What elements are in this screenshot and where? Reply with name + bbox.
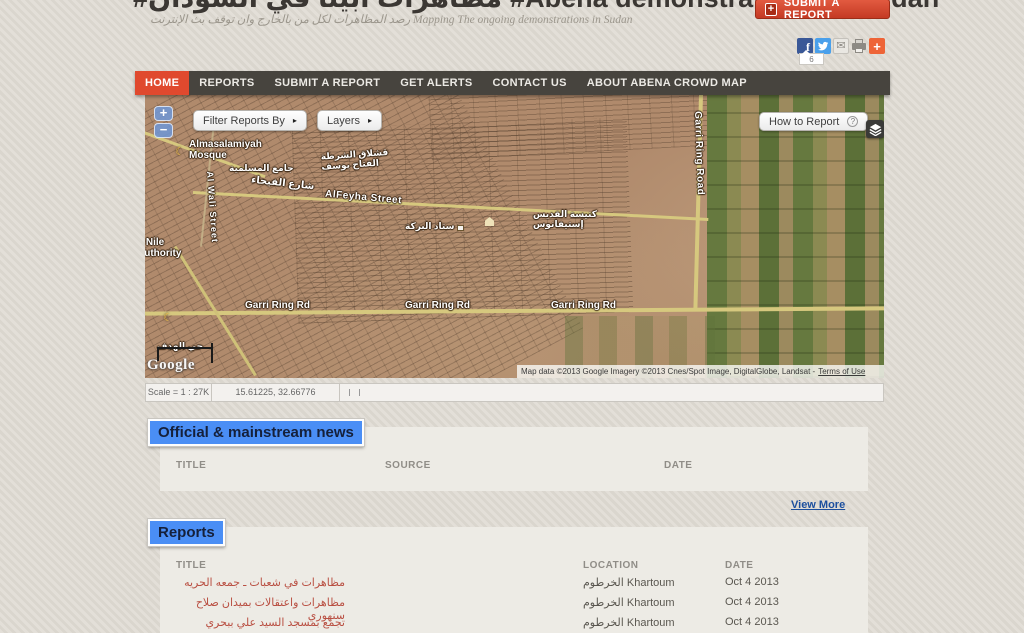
- timeline-tick: [349, 389, 350, 396]
- map-label-garri-ring-rd-2: Garri Ring Rd: [405, 300, 470, 311]
- reports-column-location: LOCATION: [583, 560, 638, 571]
- how-to-report-button[interactable]: How to Report ?: [759, 112, 868, 131]
- map-label-church-arabic: كنيسة القديس إستيفانوس: [533, 209, 607, 229]
- mosque-crescent-icon: ☾: [163, 311, 173, 324]
- report-row: مظاهرات واعتقالات بميدان صلاح سنهوري الخ…: [160, 596, 868, 614]
- report-title-link[interactable]: مظاهرات في شعبات ـ جمعه الحريه: [165, 576, 345, 589]
- google-logo: Google: [147, 357, 195, 374]
- report-location: الخرطوم Khartoum: [583, 596, 675, 609]
- filter-reports-label: Filter Reports By: [203, 115, 285, 127]
- map-label-mosque-arabic: جامع المسلمية: [229, 163, 294, 174]
- nav-item-reports[interactable]: REPORTS: [189, 71, 264, 95]
- timeline-tick: [359, 389, 360, 396]
- report-date: Oct 4 2013: [725, 576, 779, 588]
- zoom-out-button[interactable]: −: [154, 123, 173, 138]
- site-subtitle: رصد المظاهرات لكل من بالخارج وان توقف بث…: [150, 12, 633, 26]
- nav-item-get-alerts[interactable]: GET ALERTS: [390, 71, 482, 95]
- news-column-date: DATE: [664, 460, 692, 471]
- report-row: تجمع بمسجد السيد علي ببحري الخرطوم Khart…: [160, 616, 868, 633]
- map-urban-grid-top: [429, 95, 712, 160]
- submit-report-label: SUBMIT A REPORT: [784, 0, 880, 21]
- scale-readout: Scale = 1 : 27K: [146, 384, 212, 401]
- nav-item-about[interactable]: ABOUT ABENA CROWD MAP: [577, 71, 757, 95]
- map-layers-toggle[interactable]: [866, 120, 884, 138]
- main-nav: HOME REPORTS SUBMIT A REPORT GET ALERTS …: [135, 71, 890, 95]
- nav-item-home[interactable]: HOME: [135, 71, 189, 95]
- print-icon[interactable]: [851, 38, 867, 54]
- zoom-in-button[interactable]: +: [154, 106, 173, 121]
- share-toolbar: f ✉ +: [797, 38, 885, 54]
- reports-column-title: TITLE: [176, 560, 206, 571]
- news-column-title: TITLE: [176, 460, 206, 471]
- chevron-right-icon: ▸: [368, 116, 372, 125]
- attribution-text: Map data ©2013 Google Imagery ©2013 Cnes…: [521, 367, 815, 376]
- map-attribution: Map data ©2013 Google Imagery ©2013 Cnes…: [517, 365, 884, 378]
- map-label-garri-ring-rd-1: Garri Ring Rd: [245, 300, 310, 311]
- map-farm-fields-right: [707, 95, 884, 378]
- reports-panel: TITLE LOCATION DATE مظاهرات في شعبات ـ ج…: [160, 527, 868, 633]
- report-location: الخرطوم Khartoum: [583, 616, 675, 629]
- report-date: Oct 4 2013: [725, 596, 779, 608]
- reports-column-date: DATE: [725, 560, 753, 571]
- site-subtitle-english: Mapping The ongoing demonstrations in Su…: [413, 14, 632, 26]
- report-date: Oct 4 2013: [725, 616, 779, 628]
- page: #مظاهرات ابينا في السودان#Abena demonstr…: [0, 0, 1024, 633]
- addthis-share-icon[interactable]: +: [869, 38, 885, 54]
- site-subtitle-arabic: رصد المظاهرات لكل من بالخارج وان توقف بث…: [150, 14, 410, 26]
- stadium-icon: [457, 225, 464, 231]
- email-icon[interactable]: ✉: [833, 38, 849, 54]
- view-more-link[interactable]: View More: [791, 499, 845, 511]
- coordinates-readout: 15.61225, 32.66776: [212, 384, 340, 401]
- chevron-right-icon: ▸: [293, 116, 297, 125]
- terms-of-use-link[interactable]: Terms of Use: [818, 367, 865, 376]
- report-row: مظاهرات في شعبات ـ جمعه الحريه الخرطوم K…: [160, 576, 868, 594]
- layers-icon: [869, 123, 882, 136]
- share-count-badge: 6: [799, 53, 824, 65]
- help-icon: ?: [847, 116, 858, 127]
- layers-label: Layers: [327, 115, 360, 127]
- map-label-stadium-arabic: ستاد البركة: [405, 221, 454, 232]
- news-column-source: SOURCE: [385, 460, 431, 471]
- reports-section-title: Reports: [148, 519, 225, 546]
- mosque-crescent-icon: ☾: [175, 145, 185, 158]
- plus-icon: +: [765, 3, 777, 16]
- submit-report-button[interactable]: + SUBMIT A REPORT: [755, 0, 890, 19]
- report-title-link[interactable]: تجمع بمسجد السيد علي ببحري: [165, 616, 345, 629]
- map-label-almasalamiyah-mosque: Almasalamiyah Mosque: [189, 139, 289, 161]
- map-label-garri-ring-rd-3: Garri Ring Rd: [551, 300, 616, 311]
- nav-item-submit-a-report[interactable]: SUBMIT A REPORT: [264, 71, 390, 95]
- map-status-bar: Scale = 1 : 27K 15.61225, 32.66776: [145, 383, 884, 402]
- news-section-title: Official & mainstream news: [148, 419, 364, 446]
- layers-button[interactable]: Layers ▸: [317, 110, 382, 131]
- map-canvas[interactable]: Almasalamiyah Mosque جامع المسلمية قشلاق…: [145, 95, 884, 378]
- nav-item-contact-us[interactable]: CONTACT US: [483, 71, 577, 95]
- filter-reports-button[interactable]: Filter Reports By ▸: [193, 110, 307, 131]
- twitter-icon[interactable]: [815, 38, 831, 54]
- how-to-report-label: How to Report: [769, 116, 839, 128]
- map-label-nile-authority: n Nile Authority: [145, 237, 201, 259]
- map-zoom-control: + −: [154, 106, 173, 138]
- report-location: الخرطوم Khartoum: [583, 576, 675, 589]
